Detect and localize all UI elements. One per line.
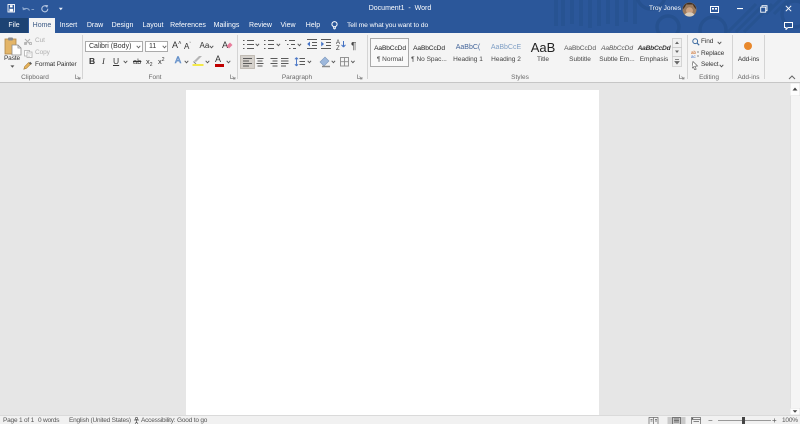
- svg-text:ac: ac: [691, 54, 697, 58]
- svg-text:¶: ¶: [351, 41, 356, 52]
- svg-text:Z: Z: [336, 46, 340, 52]
